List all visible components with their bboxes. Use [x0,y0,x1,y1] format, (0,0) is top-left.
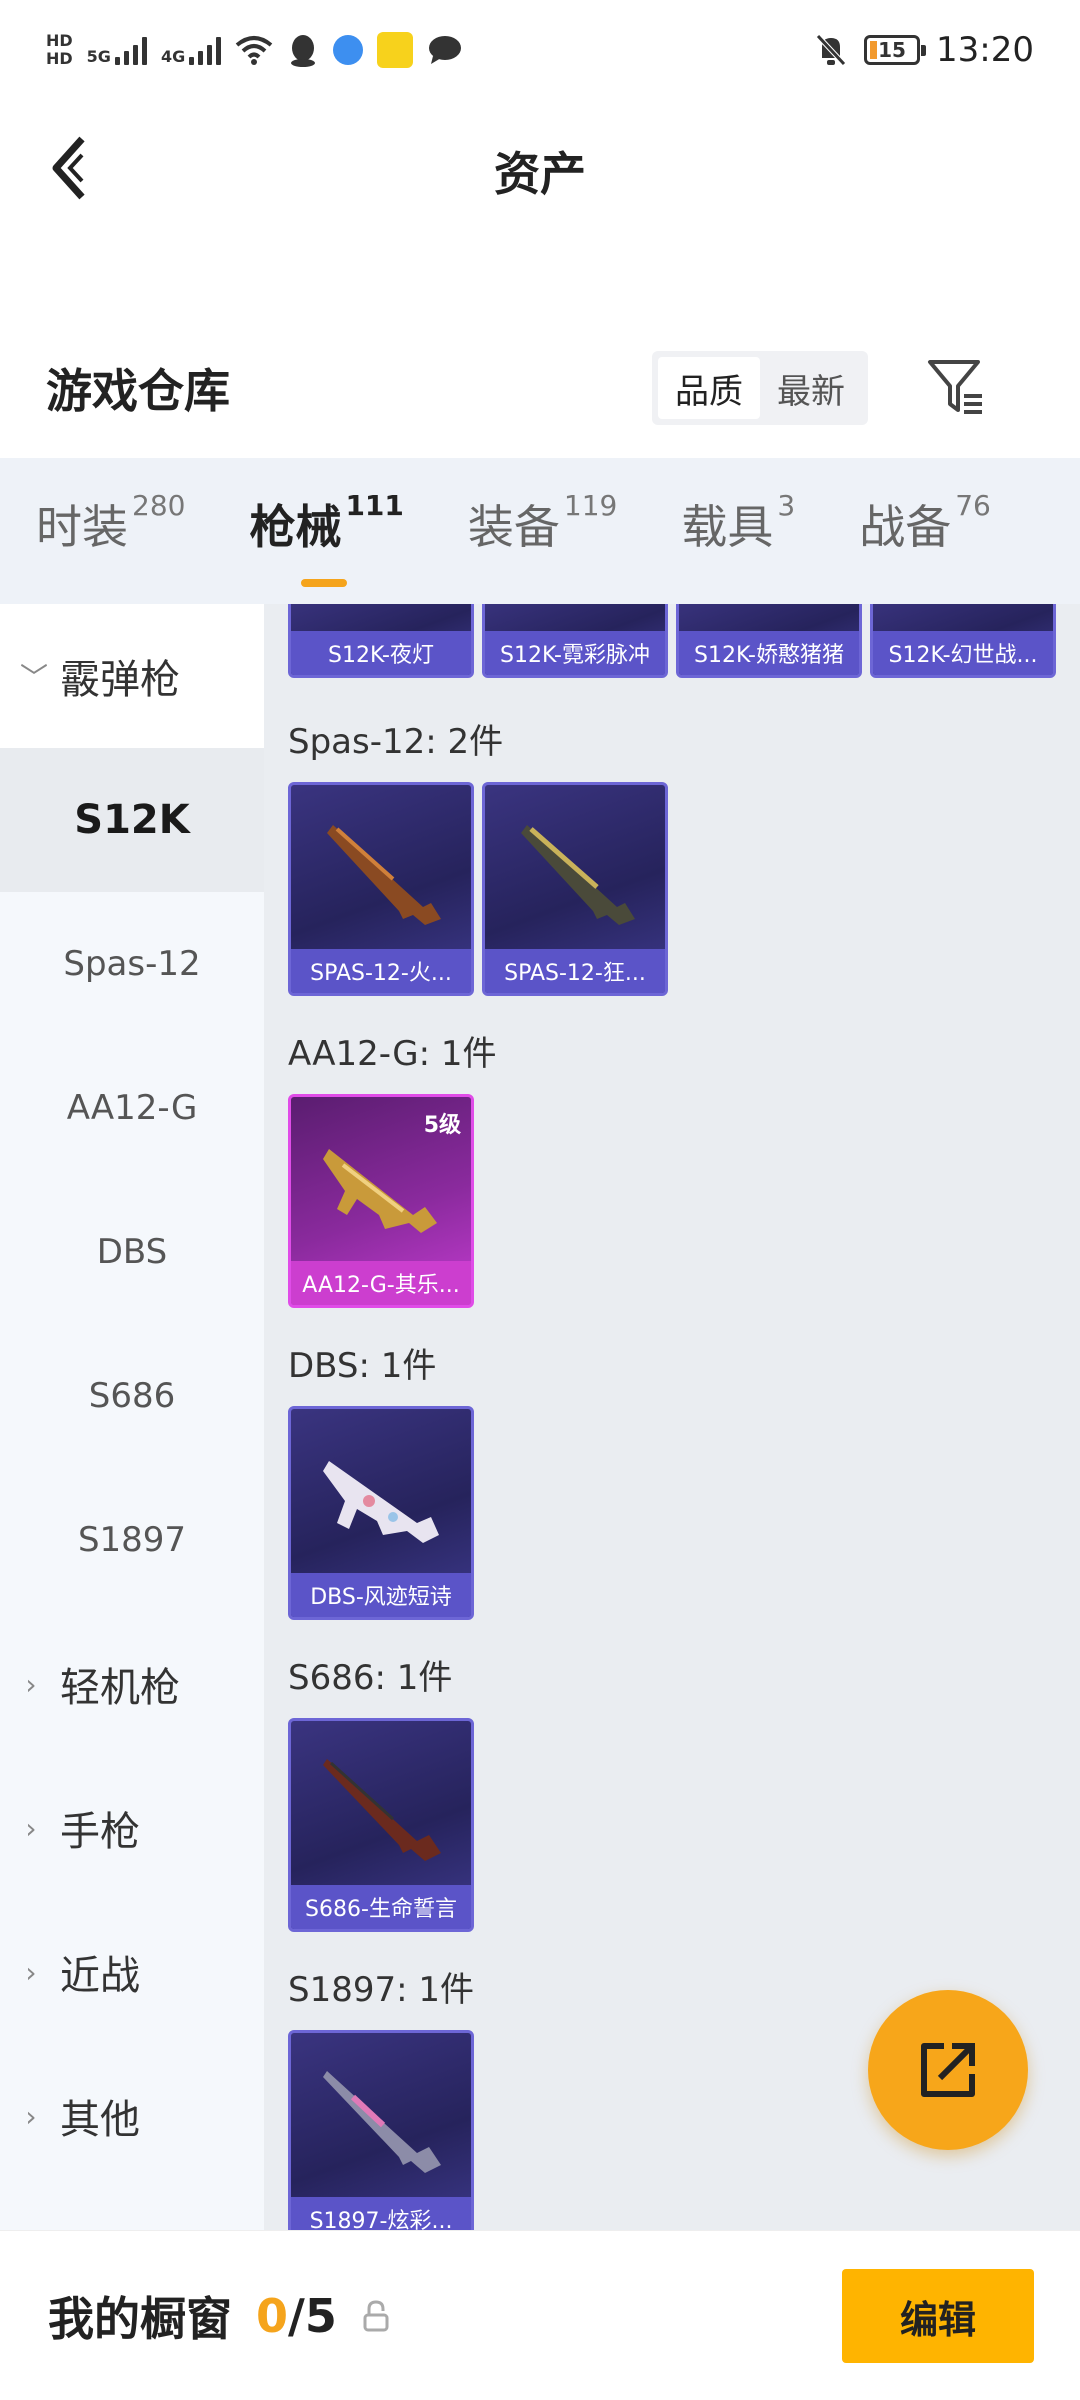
tab-firearms[interactable]: 枪械 111 [249,489,404,587]
shotgun-skin-image [323,1759,441,1861]
sort-toggle: 品质 最新 [652,351,868,425]
category-tabs: 时装 280 枪械 111 装备 119 载具 3 战备 76 [0,458,1080,604]
hd-indicator: HD HD [46,31,73,68]
clock: 13:20 [936,30,1034,70]
sidebar-group-other[interactable]: › 其他 [0,2044,264,2188]
app-notification-icon [377,32,414,68]
weapon-grid: S12K-夜灯 S12K-霓彩脉冲 S12K-娇憨猪猪 S12K-幻世战... … [264,604,1080,2230]
shotgun-skin-image [521,825,635,925]
weapon-card[interactable]: S1897-炫彩... [288,2030,474,2230]
battery-indicator: 15 [864,35,927,65]
tab-vehicles[interactable]: 载具 3 [681,489,795,571]
weapon-card[interactable]: S686-生命誓言 [288,1718,474,1932]
share-fab-button[interactable] [868,1990,1028,2150]
status-bar: HD HD 5G 4G 15 13:20 [0,0,1080,100]
showcase-bar: 我的橱窗 0/5 编辑 [0,2230,1080,2400]
filter-button[interactable] [920,351,992,423]
weapon-card[interactable]: SPAS-12-火... [288,782,474,996]
showcase-label: 我的橱窗 [48,2291,232,2346]
wifi-icon [235,36,273,65]
section-label-spas12: Spas-12: 2件 [288,722,504,762]
weapon-card[interactable]: 5级 AA12-G-其乐... [288,1094,474,1308]
chevron-right-icon: › [25,1955,37,1989]
page-title: 资产 [494,147,586,201]
weapon-card[interactable]: DBS-风迹短诗 [288,1406,474,1620]
shotgun-skin-image [327,825,441,925]
sidebar-group-shotgun[interactable]: ﹀ 霰弹枪 [0,604,264,748]
app-header: 资产 [0,100,1080,236]
message-icon [429,36,462,64]
mute-bell-icon [816,34,846,66]
showcase-count: 0/5 [256,2288,337,2343]
shotgun-skin-image [323,1149,437,1233]
weapon-card[interactable]: S12K-娇憨猪猪 [676,604,862,678]
assets-page: HD HD 5G 4G 15 13:20 资产 游戏仓库 品质 最新 时装 28… [0,0,1080,2400]
chevron-right-icon: › [25,1667,37,1701]
qq-icon [291,35,316,67]
warehouse-header: 游戏仓库 品质 最新 [0,335,1080,445]
chevron-right-icon: › [25,2099,37,2133]
weapon-card[interactable]: S12K-霓彩脉冲 [482,604,668,678]
sidebar-group-melee[interactable]: › 近战 [0,1900,264,2044]
share-external-icon [921,2043,975,2097]
edit-button[interactable]: 编辑 [842,2269,1034,2363]
section-label-s686: S686: 1件 [288,1658,453,1698]
browser-icon [333,35,364,65]
sidebar-group-lmg[interactable]: › 轻机枪 [0,1612,264,1756]
warehouse-title: 游戏仓库 [46,364,230,418]
active-tab-indicator [301,579,348,587]
signal-4g-icon: 4G [161,35,222,65]
shotgun-skin-image [323,1461,439,1543]
lock-icon [363,2299,389,2331]
weapon-card[interactable]: S12K-幻世战... [870,604,1056,678]
tab-equipment[interactable]: 装备 119 [468,489,617,571]
chevron-right-icon: › [25,1811,37,1845]
sidebar-item-spas12[interactable]: Spas-12 [0,892,264,1036]
weapon-card[interactable]: SPAS-12-狂... [482,782,668,996]
weapon-card[interactable]: S12K-夜灯 [288,604,474,678]
tab-fashion[interactable]: 时装 280 [36,489,185,571]
tab-supplies[interactable]: 战备 76 [859,489,991,571]
section-label-aa12g: AA12-G: 1件 [288,1034,497,1074]
section-label-s1897: S1897: 1件 [288,1970,475,2010]
section-label-dbs: DBS: 1件 [288,1346,437,1386]
shotgun-skin-image [323,2071,441,2173]
sidebar-item-s12k[interactable]: S12K [0,748,264,892]
chevron-down-icon: ﹀ [20,661,49,694]
sort-quality-button[interactable]: 品质 [658,357,760,419]
sort-latest-button[interactable]: 最新 [760,357,862,419]
sidebar-group-pistol[interactable]: › 手枪 [0,1756,264,1900]
sidebar-item-aa12g[interactable]: AA12-G [0,1036,264,1180]
filter-icon [928,360,982,414]
sidebar-item-s686[interactable]: S686 [0,1324,264,1468]
sidebar-item-dbs[interactable]: DBS [0,1180,264,1324]
signal-5g-icon: 5G [87,35,147,65]
weapon-type-sidebar: ﹀ 霰弹枪 S12K Spas-12 AA12-G DBS S686 S1897… [0,604,264,2230]
sidebar-item-s1897[interactable]: S1897 [0,1468,264,1612]
